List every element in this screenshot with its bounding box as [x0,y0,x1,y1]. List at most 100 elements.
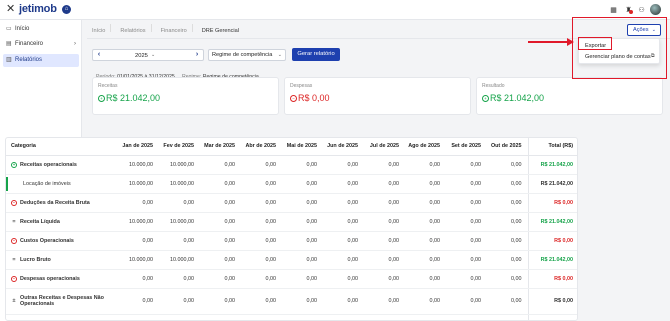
minus-circle-icon: − [11,237,17,244]
row-category-label: Lucro Bruto [20,256,51,263]
row-category: ± Outras Receitas e Despesas Não Operacio… [6,288,118,315]
equals-icon: = [12,256,16,263]
plus-minus-icon: ± [12,298,16,305]
row-month-value: 0,00 [405,231,446,251]
breadcrumb-financeiro[interactable]: Financeiro [161,28,187,34]
row-month-value: 0,00 [282,269,323,289]
generate-report-button[interactable]: Gerar relatório [292,48,340,61]
column-header-month: Out de 2025 [487,138,528,156]
row-month-value: 0,00 [364,250,405,270]
row-month-value: 0,00 [323,155,364,175]
table-row: − Custos Operacionais 0,00 0,00 0,00 0,00 0,00… [6,231,577,251]
breadcrumb-relatorios[interactable]: Relatórios [120,28,145,34]
app-logo[interactable]: jetimob [19,3,57,16]
row-month-value: 0,00 [405,193,446,213]
row-month-value: 0,00 [323,193,364,213]
row-category: + Receitas operacionais [6,155,118,175]
row-month-value: 10.000,00 [118,212,159,232]
row-month-value: 10.000,00 [159,314,200,320]
dre-table: Categoria Jan de 2025 Fev de 2025 Mar de 20… [6,138,577,320]
row-month-value: 0,00 [487,212,528,232]
card-label: Receitas [98,83,118,89]
breadcrumb-inicio[interactable]: Início [92,28,105,34]
annotation-arrow [528,41,572,43]
row-month-value: 0,00 [200,193,241,213]
row-month-value: 0,00 [323,269,364,289]
year-value[interactable]: 2025 [135,51,148,61]
chevron-down-icon: ⌄ [277,52,282,58]
close-menu-icon[interactable]: ✕ [6,3,15,15]
row-month-value: 0,00 [405,212,446,232]
row-month-value: 0,00 [487,288,528,315]
row-month-value: 0,00 [282,250,323,270]
row-category: − Despesas operacionais [6,269,118,289]
row-month-value: 10.000,00 [159,174,200,194]
row-month-value: 0,00 [323,250,364,270]
card-value: + R$ 21.042,00 [98,93,160,103]
column-header-month: Mai de 2025 [282,138,323,156]
row-month-value: 0,00 [282,212,323,232]
table-row: Locação de imóveis 10.000,00 10.000,00 0,00… [6,174,577,194]
sidebar-item-financeiro[interactable]: ▤ Financeiro › [3,38,79,51]
plus-circle-icon: + [482,95,489,102]
row-category-label: Outras Receitas e Despesas Não Operacion… [20,295,104,307]
row-month-value: 0,00 [446,174,487,194]
row-month-value: 0,00 [323,174,364,194]
row-category-label: Receitas operacionais [20,161,77,168]
row-month-value: 0,00 [446,155,487,175]
minus-circle-icon: − [290,95,297,102]
table-row: + Receitas operacionais 10.000,00 10.000,00… [6,155,577,175]
row-month-value: 0,00 [159,269,200,289]
table-body: + Receitas operacionais 10.000,00 10.000,00… [6,155,577,320]
row-month-value: 0,00 [241,231,282,251]
home-icon: ▭ [6,26,12,32]
sidebar-item-label: Financeiro [15,41,44,47]
chevron-down-icon[interactable]: ⌄ [151,50,155,60]
row-month-value: 0,00 [364,193,405,213]
row-month-value: 0,00 [241,212,282,232]
sidebar-item-label: Relatórios [15,57,43,63]
breadcrumb-separator [150,24,161,32]
column-header-month: Jun de 2025 [323,138,364,156]
row-month-value: 0,00 [282,174,323,194]
sidebar-item-inicio[interactable]: ▭ Início [3,23,79,36]
row-month-value: 0,00 [364,155,405,175]
row-month-value: 10.000,00 [159,212,200,232]
column-header-month: Jan de 2025 [118,138,159,156]
row-month-value: 10.000,00 [159,250,200,270]
user-avatar[interactable] [650,4,661,15]
wallet-icon: ▤ [6,41,12,47]
row-category-label: Deduções da Receita Bruta [20,199,90,206]
top-bar: ✕ jetimob ⌂ ▦ ♜ ⚇ [0,0,670,20]
row-month-value: 0,00 [487,231,528,251]
column-header-month: Fev de 2025 [159,138,200,156]
row-month-value: 0,00 [323,231,364,251]
row-month-value: 10.000,00 [159,155,200,175]
card-despesas: Despesas − R$ 0,00 [284,77,471,115]
row-month-value: 0,00 [405,288,446,315]
sidebar-item-relatorios[interactable]: ▥ Relatórios [3,54,79,67]
regime-select[interactable]: Regime de competência ⌄ [208,49,286,61]
row-month-value: 0,00 [364,314,405,320]
sidebar-item-label: Início [15,26,30,32]
apps-grid-icon[interactable]: ▦ [609,6,618,15]
table-header-row: Categoria Jan de 2025 Fev de 2025 Mar de 20… [6,138,577,156]
row-month-value: 10.000,00 [118,174,159,194]
row-month-value: 0,00 [323,212,364,232]
row-category: Locação de imóveis [6,174,118,194]
row-month-value: 0,00 [364,231,405,251]
column-header-month: Jul de 2025 [364,138,405,156]
support-icon[interactable]: ⚇ [637,6,646,15]
table-row: =Resultado Líquido10.000,0010.000,000,00… [6,314,577,320]
card-label: Despesas [290,83,313,89]
row-month-value: 0,00 [241,250,282,270]
row-month-value: 0,00 [282,193,323,213]
chevron-left-icon[interactable]: ‹ [94,50,104,60]
row-month-value: 0,00 [364,174,405,194]
regime-select-value: Regime de competência [212,52,273,58]
row-month-value: 0,00 [200,250,241,270]
row-month-value: 0,00 [118,269,159,289]
chevron-right-icon[interactable]: › [192,50,202,60]
row-month-value: 0,00 [241,155,282,175]
row-month-value: 0,00 [446,314,487,320]
